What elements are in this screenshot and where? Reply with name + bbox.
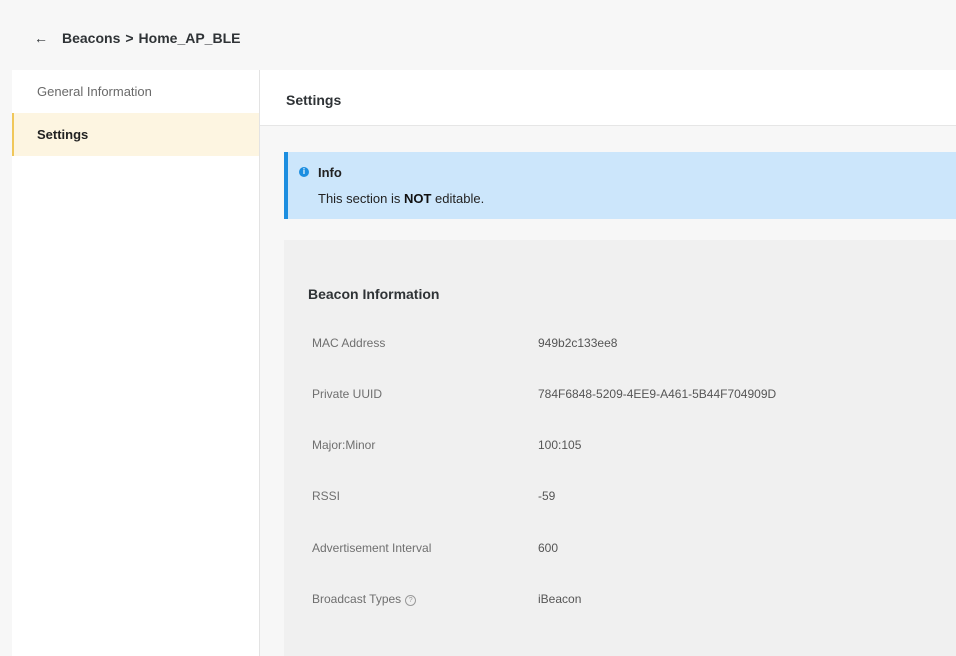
- help-circle-icon[interactable]: ?: [405, 595, 417, 606]
- row-major-minor: Major:Minor 100:105: [312, 438, 932, 458]
- breadcrumb-beacons-link[interactable]: Beacons: [62, 30, 120, 46]
- info-text-before: This section is: [318, 191, 404, 206]
- row-broadcast-types: Broadcast Types? iBeacon: [312, 592, 932, 612]
- sidebar-item-settings[interactable]: Settings: [12, 113, 259, 156]
- top-bar: ← Beacons > Home_AP_BLE: [0, 0, 956, 70]
- rssi-value: -59: [538, 489, 556, 503]
- mac-address-value: 949b2c133ee8: [538, 336, 618, 350]
- breadcrumb: ← Beacons > Home_AP_BLE: [34, 30, 240, 46]
- rssi-label: RSSI: [312, 489, 341, 503]
- breadcrumb-current: Home_AP_BLE: [138, 30, 241, 46]
- mac-address-label: MAC Address: [312, 336, 386, 350]
- info-banner: i Info This section is NOT editable.: [284, 152, 956, 219]
- sidebar: General Information Settings: [12, 70, 260, 656]
- row-private-uuid: Private UUID 784F6848-5209-4EE9-A461-5B4…: [312, 387, 932, 407]
- broadcast-types-value: iBeacon: [538, 592, 582, 606]
- advertisement-interval-value: 600: [538, 541, 559, 555]
- breadcrumb-separator: >: [125, 30, 134, 46]
- broadcast-types-label-wrap: Broadcast Types?: [312, 592, 417, 606]
- left-gutter: [0, 70, 12, 656]
- section-header: Settings: [260, 70, 956, 126]
- info-text-after: editable.: [431, 191, 485, 206]
- row-mac-address: MAC Address 949b2c133ee8: [312, 336, 932, 356]
- info-text-bold: NOT: [403, 191, 432, 206]
- main-content: Settings i Info This section is NOT edit…: [260, 70, 956, 656]
- major-minor-label: Major:Minor: [312, 438, 376, 452]
- beacon-information-title: Beacon Information: [308, 286, 440, 302]
- info-title: Info: [318, 165, 342, 180]
- private-uuid-value: 784F6848-5209-4EE9-A461-5B44F704909D: [538, 387, 777, 401]
- sidebar-item-general-information[interactable]: General Information: [12, 70, 259, 113]
- advertisement-interval-label: Advertisement Interval: [312, 541, 432, 555]
- private-uuid-label: Private UUID: [312, 387, 383, 401]
- row-advertisement-interval: Advertisement Interval 600: [312, 541, 932, 561]
- info-icon: i: [299, 167, 309, 177]
- page-title: Settings: [286, 92, 342, 108]
- row-rssi: RSSI -59: [312, 489, 932, 509]
- arrow-left-icon[interactable]: ←: [34, 31, 48, 45]
- major-minor-value: 100:105: [538, 438, 582, 452]
- info-message: This section is NOT editable.: [318, 191, 484, 206]
- broadcast-types-label: Broadcast Types: [312, 592, 402, 606]
- beacon-information-card: Beacon Information MAC Address 949b2c133…: [284, 240, 956, 656]
